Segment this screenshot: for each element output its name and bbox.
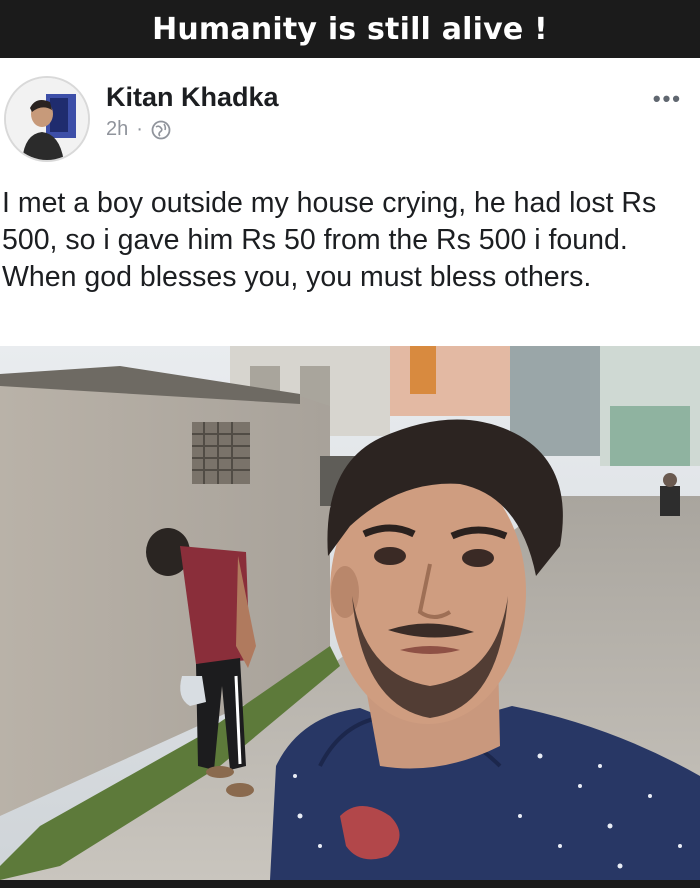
author-name[interactable]: Kitan Khadka (106, 82, 279, 113)
post-card: Kitan Khadka 2h · ••• I met a boy outsid… (0, 58, 700, 348)
post-meta: 2h · (106, 118, 171, 141)
avatar[interactable] (4, 76, 90, 162)
post-time[interactable]: 2h (106, 118, 128, 141)
meme-header: Humanity is still alive ! (0, 0, 700, 58)
post-photo[interactable] (0, 346, 700, 880)
post-text: I met a boy outside my house crying, he … (2, 187, 657, 293)
more-options-icon[interactable]: ••• (653, 86, 682, 112)
meme-title: Humanity is still alive ! (152, 11, 548, 47)
globe-icon (151, 120, 171, 140)
bottom-border (0, 880, 700, 888)
avatar-image (6, 78, 88, 160)
meta-separator: · (136, 118, 143, 140)
